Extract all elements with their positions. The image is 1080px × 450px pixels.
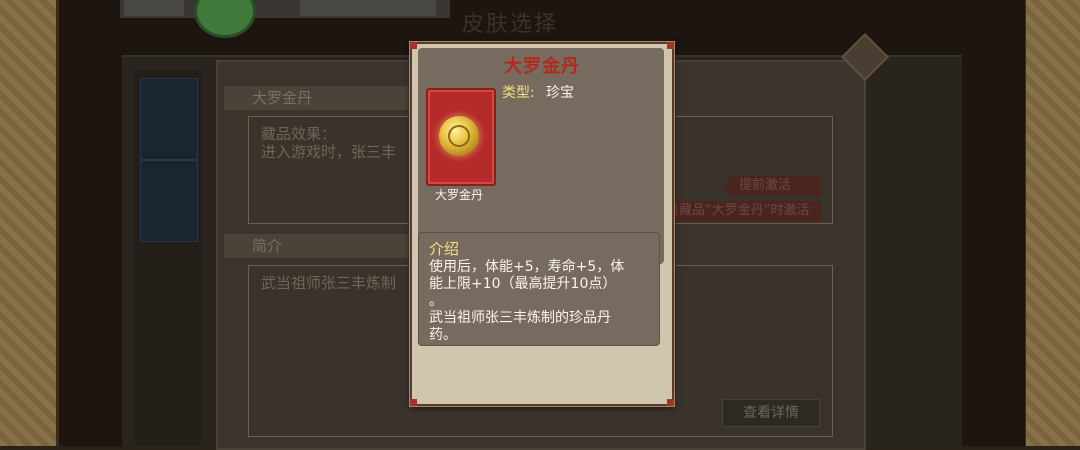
background-slot[interactable] xyxy=(140,160,198,242)
background-title: 皮肤选择 xyxy=(462,12,559,37)
right-frame-border xyxy=(1023,0,1080,446)
condition-badge: 当藏品“大罗金丹”时激活 xyxy=(652,201,822,221)
description-box: 介绍 使用后，体能+5，寿命+5，体 能上限+10（最高提升10点） 。 武当祖… xyxy=(418,232,660,346)
corner-ornament xyxy=(667,399,674,406)
left-frame-border xyxy=(0,0,59,446)
corner-ornament xyxy=(410,399,417,406)
background-slot[interactable] xyxy=(140,78,198,160)
blurred-info xyxy=(300,0,436,16)
item-title: 大罗金丹 xyxy=(504,56,580,77)
intro-heading: 介绍 xyxy=(429,240,460,258)
type-label: 类型: xyxy=(502,85,535,101)
activate-button[interactable]: 提前激活 xyxy=(725,176,821,196)
item-name-label: 大罗金丹 xyxy=(434,188,483,202)
blurred-name xyxy=(124,0,184,16)
intro-body: 使用后，体能+5，寿命+5，体 能上限+10（最高提升10点） 。 武当祖师张三… xyxy=(429,259,625,343)
gold-pill-icon xyxy=(439,116,479,156)
item-info-card: 大罗金丹 类型: 珍宝 大罗金丹 介绍 使用后，体能+5，寿命+5，体 能上限+… xyxy=(410,42,674,406)
detail-button[interactable]: 查看详情 xyxy=(722,399,820,427)
item-icon-frame xyxy=(426,88,496,186)
coin-emblem xyxy=(448,125,470,147)
corner-ornament xyxy=(667,42,674,49)
type-value: 珍宝 xyxy=(546,85,574,101)
corner-ornament xyxy=(410,42,417,49)
